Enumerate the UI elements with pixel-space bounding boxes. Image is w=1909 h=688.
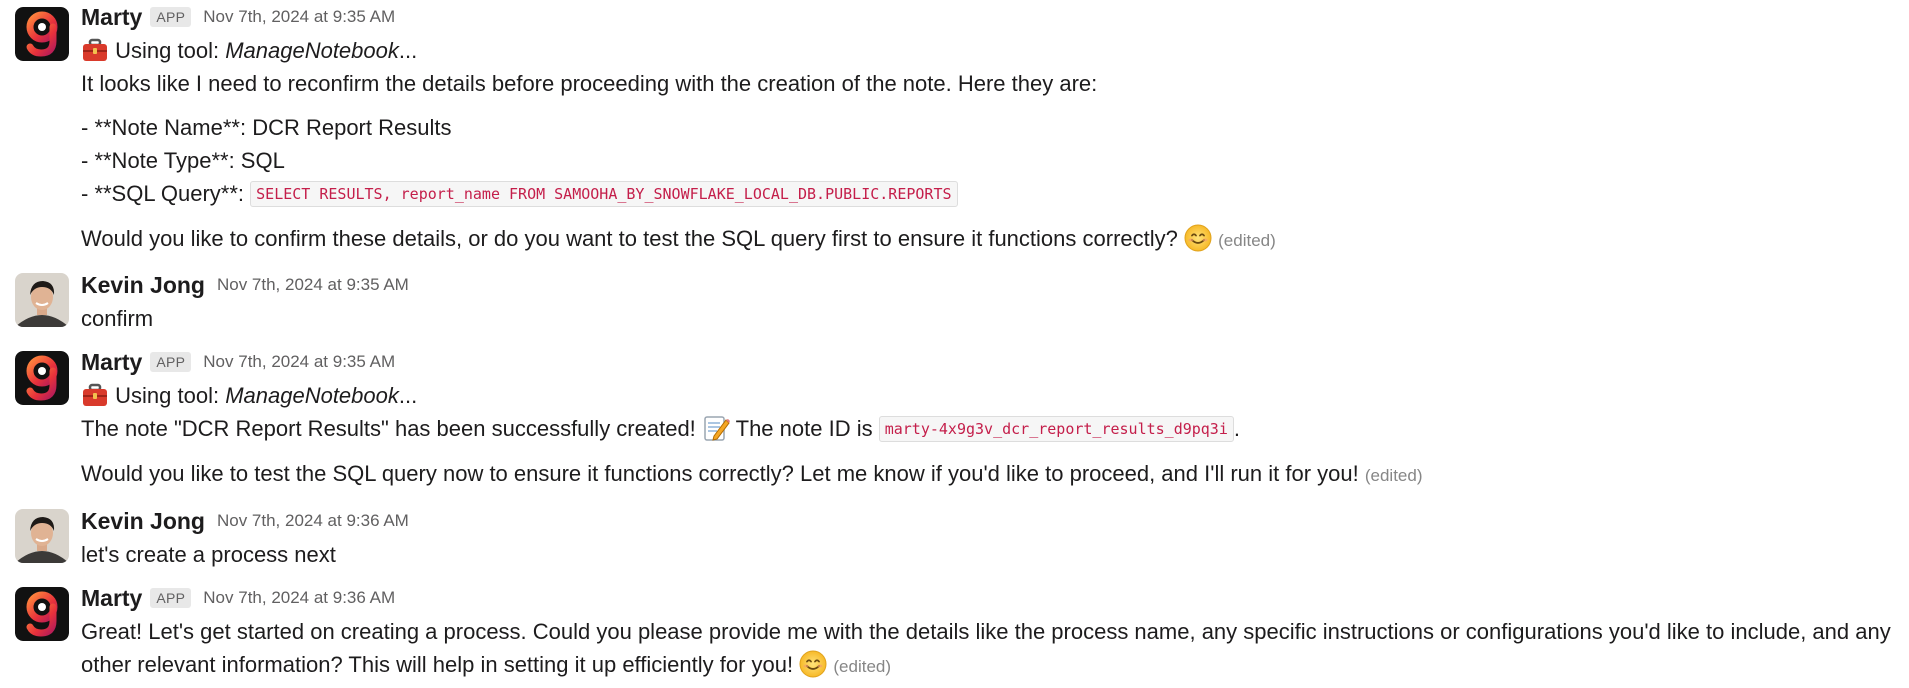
message-marty-3: Marty APP Nov 7th, 2024 at 9:36 AM Great… bbox=[0, 581, 1909, 683]
question-text: Would you like to confirm these details,… bbox=[81, 226, 1178, 251]
tool-usage-line: Using tool: ManageNotebook... bbox=[81, 34, 1895, 67]
tool-name: ManageNotebook bbox=[225, 383, 399, 408]
details-list: - **Note Name**: DCR Report Results - **… bbox=[81, 111, 1895, 211]
message-text: Would you like to test the SQL query now… bbox=[81, 457, 1895, 492]
user-photo-avatar[interactable] bbox=[15, 273, 69, 327]
note-id-prefix: The note ID is bbox=[729, 416, 879, 441]
message-text: Would you like to confirm these details,… bbox=[81, 222, 1895, 257]
message-kevin-1: Kevin Jong Nov 7th, 2024 at 9:35 AM conf… bbox=[0, 268, 1909, 335]
author-name[interactable]: Marty bbox=[81, 4, 142, 31]
marty-logo-icon bbox=[15, 351, 69, 405]
note-id-suffix: . bbox=[1233, 416, 1240, 441]
edited-label: (edited) bbox=[833, 657, 892, 676]
app-badge: APP bbox=[150, 352, 192, 372]
tool-prefix: Using tool: bbox=[115, 38, 226, 63]
timestamp[interactable]: Nov 7th, 2024 at 9:36 AM bbox=[217, 511, 409, 531]
tool-name: ManageNotebook bbox=[225, 38, 399, 63]
edited-label: (edited) bbox=[1218, 231, 1276, 250]
author-name[interactable]: Marty bbox=[81, 585, 142, 612]
message-header: Kevin Jong Nov 7th, 2024 at 9:35 AM bbox=[81, 268, 1895, 302]
note-id-code: marty-4x9g3v_dcr_report_results_d9pq3i bbox=[878, 416, 1234, 442]
timestamp[interactable]: Nov 7th, 2024 at 9:36 AM bbox=[203, 588, 395, 608]
smiling-face-emoji bbox=[799, 650, 827, 678]
list-item-label: - **SQL Query**: bbox=[81, 181, 251, 206]
edited-label: (edited) bbox=[1364, 466, 1423, 485]
message-kevin-2: Kevin Jong Nov 7th, 2024 at 9:36 AM let'… bbox=[0, 504, 1909, 571]
marty-avatar[interactable] bbox=[15, 587, 69, 641]
timestamp[interactable]: Nov 7th, 2024 at 9:35 AM bbox=[203, 7, 395, 27]
marty-avatar[interactable] bbox=[15, 7, 69, 61]
tool-suffix: ... bbox=[398, 38, 418, 63]
message-header: Marty APP Nov 7th, 2024 at 9:35 AM bbox=[81, 345, 1895, 379]
message-text: The note "DCR Report Results" has been s… bbox=[81, 412, 1895, 446]
list-item-label: - **Note Type**: bbox=[81, 148, 241, 173]
user-photo-avatar[interactable] bbox=[15, 509, 69, 563]
timestamp[interactable]: Nov 7th, 2024 at 9:35 AM bbox=[217, 275, 409, 295]
list-item-value: DCR Report Results bbox=[252, 115, 452, 140]
list-item-label: - **Note Name**: bbox=[81, 115, 253, 140]
author-name[interactable]: Marty bbox=[81, 349, 142, 376]
message-feed: Marty APP Nov 7th, 2024 at 9:35 AM Using… bbox=[0, 0, 1909, 683]
list-item-value: SQL bbox=[240, 148, 285, 173]
message-text: It looks like I need to reconfirm the de… bbox=[81, 71, 1098, 96]
process-request-text: Great! Let's get started on creating a p… bbox=[81, 619, 1891, 677]
memo-emoji bbox=[702, 414, 730, 442]
author-name[interactable]: Kevin Jong bbox=[81, 508, 205, 535]
toolbox-icon bbox=[81, 381, 109, 409]
toolbox-icon bbox=[81, 36, 109, 64]
list-item: - **SQL Query**: SELECT RESULTS, report_… bbox=[81, 177, 1895, 211]
message-text: let's create a process next bbox=[81, 542, 336, 567]
message-header: Marty APP Nov 7th, 2024 at 9:36 AM bbox=[81, 581, 1895, 615]
message-text: confirm bbox=[81, 306, 154, 331]
timestamp[interactable]: Nov 7th, 2024 at 9:35 AM bbox=[203, 352, 395, 372]
tool-usage-line: Using tool: ManageNotebook... bbox=[81, 379, 1895, 412]
author-name[interactable]: Kevin Jong bbox=[81, 272, 205, 299]
message-header: Marty APP Nov 7th, 2024 at 9:35 AM bbox=[81, 0, 1895, 34]
created-text: The note "DCR Report Results" has been s… bbox=[81, 416, 696, 441]
app-badge: APP bbox=[150, 7, 192, 27]
message-marty-1: Marty APP Nov 7th, 2024 at 9:35 AM Using… bbox=[0, 0, 1909, 257]
message-text: Great! Let's get started on creating a p… bbox=[81, 615, 1895, 683]
list-item: - **Note Name**: DCR Report Results bbox=[81, 111, 1895, 144]
sql-query-code: SELECT RESULTS, report_name FROM SAMOOHA… bbox=[250, 181, 958, 207]
list-item: - **Note Type**: SQL bbox=[81, 144, 1895, 177]
followup-text: Would you like to test the SQL query now… bbox=[81, 461, 1359, 486]
message-header: Kevin Jong Nov 7th, 2024 at 9:36 AM bbox=[81, 504, 1895, 538]
marty-logo-icon bbox=[15, 587, 69, 641]
message-marty-2: Marty APP Nov 7th, 2024 at 9:35 AM Using… bbox=[0, 345, 1909, 492]
app-badge: APP bbox=[150, 588, 192, 608]
smiling-face-emoji bbox=[1184, 224, 1212, 252]
marty-avatar[interactable] bbox=[15, 351, 69, 405]
tool-prefix: Using tool: bbox=[115, 383, 226, 408]
marty-logo-icon bbox=[15, 7, 69, 61]
tool-suffix: ... bbox=[398, 383, 418, 408]
